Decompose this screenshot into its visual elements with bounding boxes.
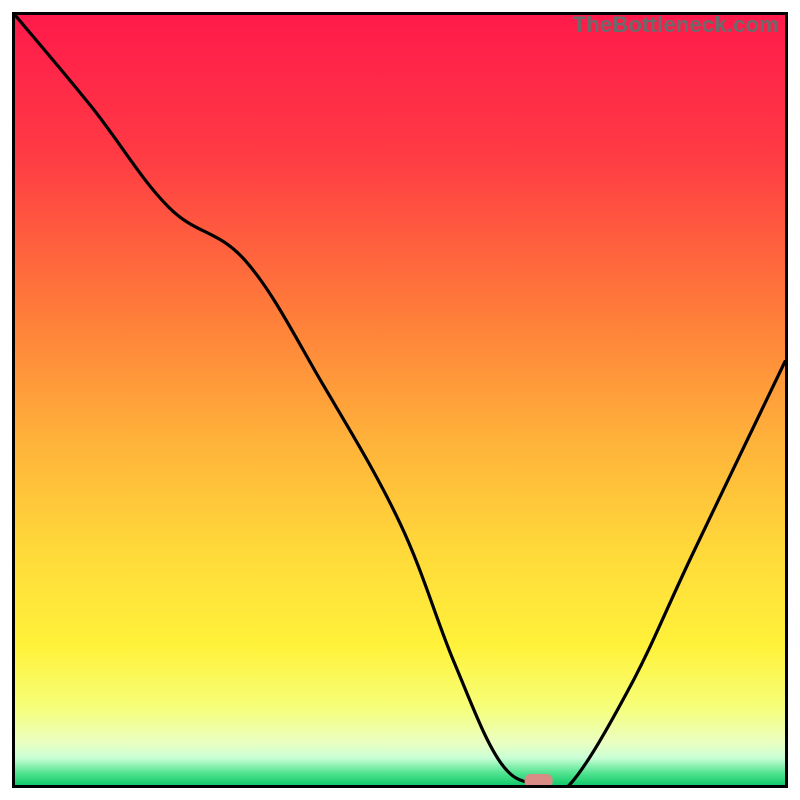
bottleneck-chart bbox=[15, 15, 785, 785]
watermark-label: TheBottleneck.com bbox=[573, 12, 779, 38]
optimal-marker bbox=[525, 774, 553, 785]
chart-frame: TheBottleneck.com bbox=[12, 12, 788, 788]
gradient-background bbox=[15, 15, 785, 785]
